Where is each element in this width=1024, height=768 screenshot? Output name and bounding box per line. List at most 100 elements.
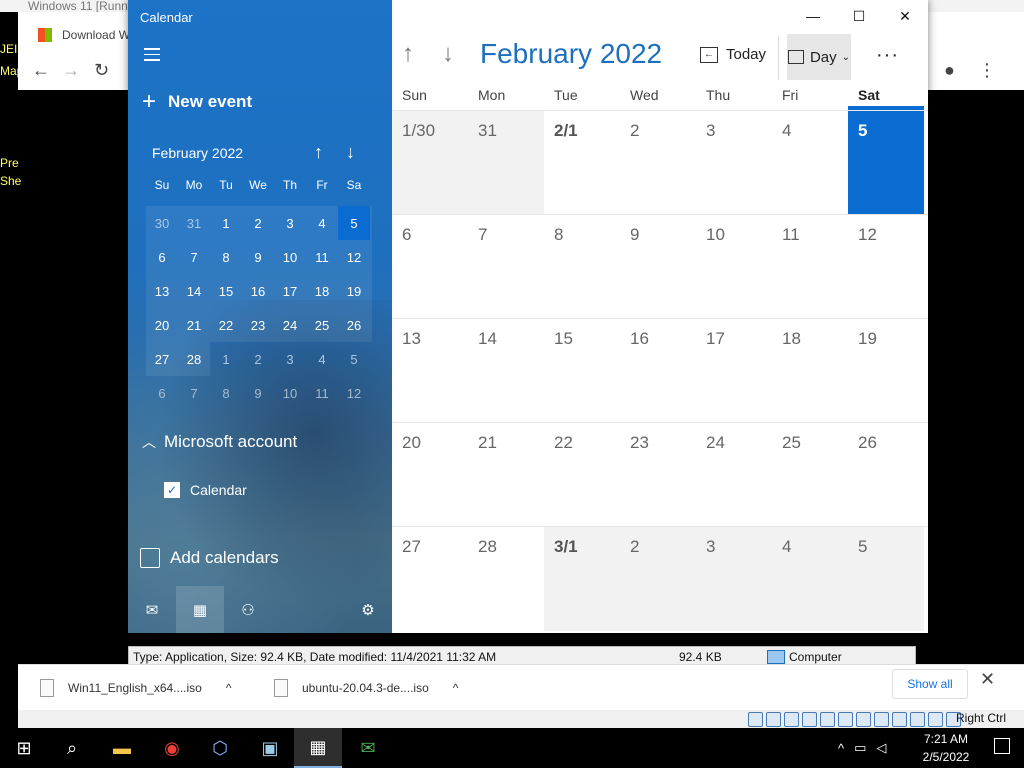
- mini-day[interactable]: 8: [210, 376, 242, 410]
- checkbox-checked-icon[interactable]: ✓: [164, 482, 180, 498]
- day-cell-today[interactable]: 5: [848, 111, 924, 215]
- app-icon[interactable]: ▣: [246, 728, 294, 768]
- mini-day[interactable]: 13: [146, 274, 178, 308]
- mini-day[interactable]: 10: [274, 376, 306, 410]
- day-cell[interactable]: 21: [468, 423, 544, 527]
- search-icon[interactable]: ⌕: [48, 728, 96, 768]
- vm-device-icon[interactable]: [802, 712, 817, 727]
- hamburger-menu-icon[interactable]: [144, 48, 160, 62]
- day-cell[interactable]: 9: [620, 215, 696, 319]
- day-cell[interactable]: 28: [468, 527, 544, 631]
- today-button[interactable]: ← Today: [700, 46, 766, 63]
- mini-day[interactable]: 21: [178, 308, 210, 342]
- mini-day[interactable]: 25: [306, 308, 338, 342]
- day-cell[interactable]: 22: [544, 423, 620, 527]
- vm-device-icon[interactable]: [820, 712, 835, 727]
- vm-device-icon[interactable]: [928, 712, 943, 727]
- day-cell[interactable]: 7: [468, 215, 544, 319]
- day-cell[interactable]: 15: [544, 319, 620, 423]
- chrome-icon[interactable]: ◉: [148, 728, 196, 768]
- vm-device-icon[interactable]: [874, 712, 889, 727]
- day-cell[interactable]: 2/1: [544, 111, 620, 215]
- mini-day[interactable]: 6: [146, 240, 178, 274]
- day-cell[interactable]: 4: [772, 527, 848, 631]
- profile-icon[interactable]: ●: [944, 60, 955, 81]
- day-cell[interactable]: 12: [848, 215, 924, 319]
- arrow-down-icon[interactable]: ↓: [346, 142, 355, 163]
- mini-day[interactable]: 3: [274, 206, 306, 240]
- mini-day[interactable]: 22: [210, 308, 242, 342]
- calendar-taskbar-icon[interactable]: ▦: [294, 728, 342, 768]
- mini-day[interactable]: 2: [242, 206, 274, 240]
- day-cell[interactable]: 2: [620, 527, 696, 631]
- day-cell[interactable]: 18: [772, 319, 848, 423]
- calendar-icon[interactable]: ▦: [176, 586, 224, 633]
- download-item[interactable]: ubuntu-20.04.3-de....iso ^: [274, 665, 474, 711]
- mini-day[interactable]: 11: [306, 376, 338, 410]
- day-cell[interactable]: 8: [544, 215, 620, 319]
- vm-device-icon[interactable]: [856, 712, 871, 727]
- mini-day[interactable]: 3: [274, 342, 306, 376]
- view-dropdown-button[interactable]: Day ⌄: [787, 34, 851, 80]
- mini-day[interactable]: 18: [306, 274, 338, 308]
- mini-day[interactable]: 12: [338, 376, 370, 410]
- mini-day[interactable]: 31: [178, 206, 210, 240]
- day-cell[interactable]: 5: [848, 527, 924, 631]
- day-cell[interactable]: 27: [392, 527, 468, 631]
- mini-day[interactable]: 4: [306, 342, 338, 376]
- notification-icon[interactable]: [994, 738, 1010, 754]
- mini-day[interactable]: 10: [274, 240, 306, 274]
- add-calendars-button[interactable]: Add calendars: [140, 548, 279, 568]
- settings-gear-icon[interactable]: ⚙: [344, 586, 392, 633]
- back-icon[interactable]: ←: [32, 60, 50, 81]
- mini-day[interactable]: 1: [210, 206, 242, 240]
- day-cell[interactable]: 10: [696, 215, 772, 319]
- mini-day[interactable]: 8: [210, 240, 242, 274]
- arrow-up-icon[interactable]: ↑: [402, 40, 414, 68]
- start-windows-icon[interactable]: ⊞: [0, 728, 48, 768]
- mini-day[interactable]: 5: [338, 342, 370, 376]
- mini-day[interactable]: 7: [178, 376, 210, 410]
- day-cell[interactable]: 31: [468, 111, 544, 215]
- people-icon[interactable]: ⚇: [224, 586, 272, 633]
- mini-day[interactable]: 12: [338, 240, 370, 274]
- day-cell[interactable]: 25: [772, 423, 848, 527]
- menu-kebab-icon[interactable]: ⋮: [978, 60, 996, 81]
- day-cell[interactable]: 3: [696, 527, 772, 631]
- vm-device-icon[interactable]: [892, 712, 907, 727]
- day-cell[interactable]: 26: [848, 423, 924, 527]
- mini-day[interactable]: 24: [274, 308, 306, 342]
- mini-day[interactable]: 4: [306, 206, 338, 240]
- mini-day[interactable]: 9: [242, 376, 274, 410]
- day-cell[interactable]: 1/30: [392, 111, 468, 215]
- mini-day[interactable]: 28: [178, 342, 210, 376]
- mini-day[interactable]: 16: [242, 274, 274, 308]
- chevron-up-icon[interactable]: ^: [838, 741, 844, 756]
- download-item[interactable]: Win11_English_x64....iso ^: [40, 665, 240, 711]
- mini-day[interactable]: 15: [210, 274, 242, 308]
- day-cell[interactable]: 13: [392, 319, 468, 423]
- mini-day[interactable]: 2: [242, 342, 274, 376]
- day-cell[interactable]: 16: [620, 319, 696, 423]
- arrow-up-icon[interactable]: ↑: [314, 142, 323, 163]
- day-cell[interactable]: 3/1: [544, 527, 620, 631]
- day-cell[interactable]: 23: [620, 423, 696, 527]
- vm-device-icon[interactable]: [784, 712, 799, 727]
- volume-muted-icon[interactable]: ◁: [876, 740, 886, 756]
- mini-day[interactable]: 11: [306, 240, 338, 274]
- day-cell[interactable]: 14: [468, 319, 544, 423]
- day-cell[interactable]: 4: [772, 111, 848, 215]
- mini-day[interactable]: 30: [146, 206, 178, 240]
- minimize-icon[interactable]: —: [790, 0, 836, 32]
- mini-day[interactable]: 7: [178, 240, 210, 274]
- day-cell[interactable]: 19: [848, 319, 924, 423]
- mini-day[interactable]: 6: [146, 376, 178, 410]
- mail-icon[interactable]: ✉: [128, 586, 176, 633]
- chevron-up-icon[interactable]: ^: [226, 681, 232, 695]
- show-all-button[interactable]: Show all: [892, 669, 968, 699]
- day-cell[interactable]: 11: [772, 215, 848, 319]
- virtualbox-icon[interactable]: ⬡: [196, 728, 244, 768]
- mini-day[interactable]: 17: [274, 274, 306, 308]
- day-cell[interactable]: 3: [696, 111, 772, 215]
- day-cell[interactable]: 24: [696, 423, 772, 527]
